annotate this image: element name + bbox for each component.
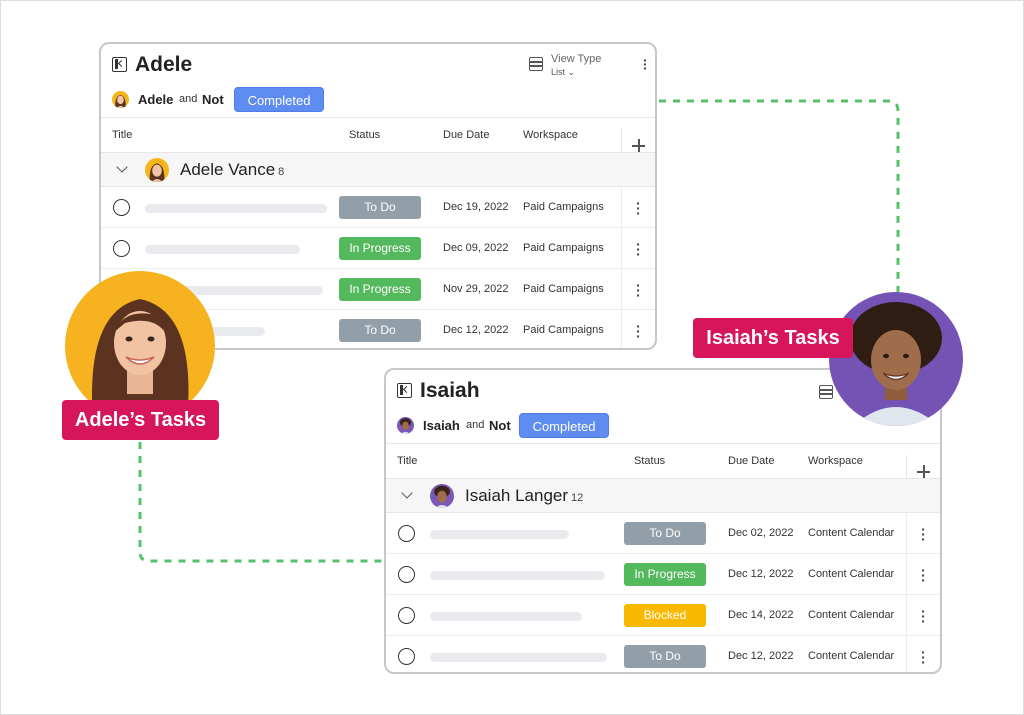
table-row[interactable]: To Do Dec 02, 2022 Content Calendar · · · xyxy=(386,513,940,554)
connector-adele xyxy=(138,442,384,563)
row-more-icon[interactable]: · · · xyxy=(621,187,655,228)
complete-task-checkbox[interactable] xyxy=(398,525,415,542)
status-badge[interactable]: In Progress xyxy=(339,237,421,260)
status-badge[interactable]: Blocked xyxy=(624,604,706,627)
avatar-isaiah-group xyxy=(430,484,454,508)
avatar-adele xyxy=(65,271,215,421)
workspace: Content Calendar xyxy=(808,568,895,580)
status-badge[interactable]: To Do xyxy=(339,196,421,219)
due-date: Dec 12, 2022 xyxy=(728,568,794,580)
column-workspace[interactable]: Workspace xyxy=(808,455,863,467)
due-date: Dec 02, 2022 xyxy=(728,527,794,539)
due-date: Dec 12, 2022 xyxy=(728,650,794,662)
column-headers: Title Status Due Date Workspace xyxy=(101,118,655,164)
due-date: Dec 14, 2022 xyxy=(728,609,794,621)
column-title[interactable]: Title xyxy=(112,129,132,141)
filter-row: Adele and Not Completed xyxy=(101,82,655,118)
card-title: Isaiah xyxy=(420,379,480,402)
due-date: Nov 29, 2022 xyxy=(443,283,509,295)
more-options-icon[interactable]: · · · xyxy=(643,53,648,75)
view-type-label: View Type xyxy=(551,53,602,65)
status-badge[interactable]: To Do xyxy=(339,319,421,342)
workspace: Paid Campaigns xyxy=(523,283,604,295)
group-name: Adele Vance 8 xyxy=(180,160,285,179)
due-date: Dec 19, 2022 xyxy=(443,201,509,213)
group-row[interactable]: Adele Vance 8 xyxy=(101,153,655,187)
task-list: To Do Dec 02, 2022 Content Calendar · · · … xyxy=(386,513,940,672)
due-date: Dec 12, 2022 xyxy=(443,324,509,336)
status-badge[interactable]: In Progress xyxy=(339,278,421,301)
filter-not-text: Not xyxy=(202,92,224,107)
card-title: Adele xyxy=(135,53,193,76)
column-due-date[interactable]: Due Date xyxy=(728,455,774,467)
list-view-icon xyxy=(529,57,543,71)
workspace: Paid Campaigns xyxy=(523,324,604,336)
filter-user-name: Isaiah xyxy=(423,418,460,433)
row-more-icon[interactable]: · · · xyxy=(621,269,655,310)
sidebar-toggle-icon[interactable] xyxy=(112,57,127,72)
task-title-placeholder xyxy=(430,653,607,662)
column-workspace[interactable]: Workspace xyxy=(523,129,578,141)
workspace: Paid Campaigns xyxy=(523,201,604,213)
group-name: Isaiah Langer 12 xyxy=(465,486,584,505)
filter-and-text: and xyxy=(179,93,198,105)
column-status[interactable]: Status xyxy=(349,129,380,141)
complete-task-checkbox[interactable] xyxy=(398,607,415,624)
list-view-icon[interactable] xyxy=(819,385,833,399)
task-title-placeholder xyxy=(145,204,327,213)
task-title-placeholder xyxy=(430,530,569,539)
complete-task-checkbox[interactable] xyxy=(398,566,415,583)
table-row[interactable]: In Progress Dec 09, 2022 Paid Campaigns … xyxy=(101,228,655,269)
task-title-placeholder xyxy=(430,612,582,621)
complete-task-checkbox[interactable] xyxy=(398,648,415,665)
status-badge[interactable]: To Do xyxy=(624,645,706,668)
table-row[interactable]: In Progress Dec 12, 2022 Content Calenda… xyxy=(386,554,940,595)
task-title-placeholder xyxy=(145,245,300,254)
table-row[interactable]: Blocked Dec 14, 2022 Content Calendar · ·… xyxy=(386,595,940,636)
row-more-icon[interactable]: · · · xyxy=(906,513,940,554)
status-badge[interactable]: In Progress xyxy=(624,563,706,586)
row-more-icon[interactable]: · · · xyxy=(906,595,940,636)
adele-tasks-tag: Adele’s Tasks xyxy=(62,400,219,440)
group-count: 8 xyxy=(278,166,285,178)
avatar-adele-group xyxy=(145,158,169,182)
view-type-value: List ⌄ xyxy=(551,67,576,77)
sidebar-toggle-icon[interactable] xyxy=(397,383,412,398)
column-title[interactable]: Title xyxy=(397,455,417,467)
group-row[interactable]: Isaiah Langer 12 xyxy=(386,479,940,513)
complete-task-checkbox[interactable] xyxy=(113,240,130,257)
chevron-down-icon[interactable] xyxy=(116,161,128,173)
workspace: Content Calendar xyxy=(808,609,895,621)
connector-isaiah xyxy=(659,99,900,292)
view-type-selector[interactable]: View Type List ⌄ xyxy=(529,53,609,79)
filter-not-text: Not xyxy=(489,418,511,433)
filter-and-text: and xyxy=(466,419,485,431)
row-more-icon[interactable]: · · · xyxy=(621,310,655,348)
avatar-isaiah-small xyxy=(397,417,414,434)
workspace: Content Calendar xyxy=(808,527,895,539)
row-more-icon[interactable]: · · · xyxy=(906,554,940,595)
table-row[interactable]: To Do Dec 12, 2022 Content Calendar · · · xyxy=(386,636,940,672)
column-due-date[interactable]: Due Date xyxy=(443,129,489,141)
due-date: Dec 09, 2022 xyxy=(443,242,509,254)
card-header: Adele View Type List ⌄ · · · xyxy=(101,44,655,82)
completed-filter-button[interactable]: Completed xyxy=(519,413,609,438)
group-count: 12 xyxy=(571,492,584,504)
isaiah-tasks-tag: Isaiah’s Tasks xyxy=(693,318,853,358)
chevron-down-icon[interactable] xyxy=(401,487,413,499)
workspace: Paid Campaigns xyxy=(523,242,604,254)
table-row[interactable]: To Do Dec 19, 2022 Paid Campaigns · · · xyxy=(101,187,655,228)
workspace: Content Calendar xyxy=(808,650,895,662)
filter-user-name: Adele xyxy=(138,92,174,107)
column-status[interactable]: Status xyxy=(634,455,665,467)
status-badge[interactable]: To Do xyxy=(624,522,706,545)
row-more-icon[interactable]: · · · xyxy=(906,636,940,672)
avatar-isaiah xyxy=(829,292,963,426)
column-headers: Title Status Due Date Workspace xyxy=(386,444,940,490)
task-title-placeholder xyxy=(430,571,605,580)
row-more-icon[interactable]: · · · xyxy=(621,228,655,269)
avatar-adele-small xyxy=(112,91,129,108)
complete-task-checkbox[interactable] xyxy=(113,199,130,216)
completed-filter-button[interactable]: Completed xyxy=(234,87,324,112)
